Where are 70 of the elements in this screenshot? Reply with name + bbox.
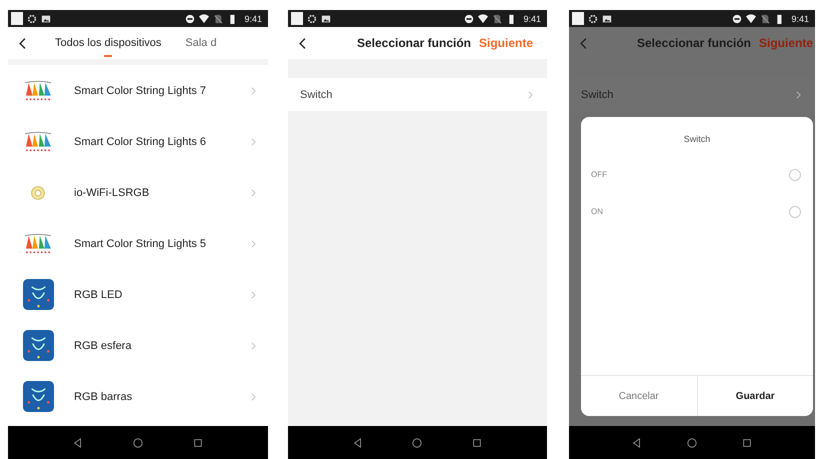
wifi-icon (478, 14, 488, 24)
recents-square-icon[interactable] (472, 438, 482, 448)
chevron-right-icon (796, 90, 801, 98)
notification-icon (11, 12, 23, 25)
radio-button[interactable] (789, 168, 801, 180)
back-triangle-icon[interactable] (73, 438, 83, 448)
notification-icon (572, 12, 584, 25)
no-sim-icon (213, 14, 224, 24)
chevron-right-icon (251, 138, 256, 146)
do-not-disturb-icon (732, 14, 742, 24)
wifi-icon (199, 14, 210, 24)
device-row[interactable]: RGB LED (8, 269, 268, 320)
device-name: Smart Color String Lights 7 (74, 84, 208, 96)
string-lights-icon (24, 130, 52, 154)
string-lights-icon (24, 78, 52, 102)
cancel-button[interactable]: Cancelar (581, 376, 696, 416)
chevron-right-icon (251, 290, 256, 298)
function-row[interactable]: Switch (288, 78, 547, 111)
device-row[interactable]: io-WiFi-LSRGB (8, 167, 268, 218)
device-name: Smart Color String Lights 5 (74, 238, 208, 250)
chevron-right-icon (251, 86, 256, 94)
radio-button[interactable] (789, 206, 801, 218)
option-row[interactable]: OFF (581, 156, 813, 193)
tab[interactable]: Sala d (185, 33, 217, 53)
home-circle-icon[interactable] (686, 438, 697, 448)
device-row[interactable]: RGB barras (8, 371, 268, 422)
screen-title: Seleccionar función (356, 36, 471, 50)
chevron-right-icon (251, 240, 256, 248)
chevron-right-icon (251, 188, 256, 196)
status-time: 9:41 (244, 14, 262, 24)
device-name: RGB LED (74, 288, 124, 300)
home-circle-icon[interactable] (133, 438, 143, 448)
device-name: RGB barras (74, 390, 134, 402)
device-row[interactable]: Smart Color String Lights 6 (8, 116, 268, 167)
string-lights-icon (24, 232, 52, 256)
do-not-disturb-icon (464, 14, 474, 24)
image-icon (602, 14, 612, 24)
app-icon (22, 279, 54, 310)
device-name: RGB esfera (74, 340, 132, 352)
ring-icon (30, 184, 46, 200)
chevron-right-icon (528, 90, 533, 98)
app-icon (22, 381, 54, 412)
device-row[interactable]: Smart Color String Lights 7 (8, 65, 268, 116)
no-sim-icon (492, 14, 502, 24)
chevron-right-icon (251, 392, 256, 400)
chevron-right-icon (251, 342, 256, 350)
back-icon[interactable] (18, 36, 27, 50)
recents-square-icon[interactable] (742, 438, 752, 448)
device-name: io-WiFi-LSRGB (74, 186, 150, 198)
dialog-title: Switch (682, 133, 712, 146)
back-icon[interactable] (298, 36, 307, 50)
device-row[interactable]: Smart Color String Lights 5 (8, 218, 268, 269)
home-circle-icon[interactable] (412, 438, 422, 448)
back-triangle-icon[interactable] (632, 438, 642, 448)
screen-title: Seleccionar función (636, 36, 751, 50)
status-time: 9:41 (523, 14, 541, 24)
back-triangle-icon[interactable] (352, 438, 363, 448)
app-icon (22, 330, 54, 361)
notification-icon (291, 12, 303, 25)
device-name: Smart Color String Lights 6 (74, 136, 208, 148)
save-button[interactable]: Guardar (696, 376, 813, 416)
do-not-disturb-icon (185, 14, 196, 24)
status-time: 9:41 (791, 14, 809, 24)
image-icon (41, 14, 51, 24)
recents-square-icon[interactable] (193, 438, 203, 448)
option-row[interactable]: ON (581, 193, 813, 230)
wifi-icon (746, 14, 756, 24)
image-icon (321, 14, 331, 24)
device-row[interactable]: RGB esfera (8, 320, 268, 371)
no-sim-icon (760, 14, 770, 24)
